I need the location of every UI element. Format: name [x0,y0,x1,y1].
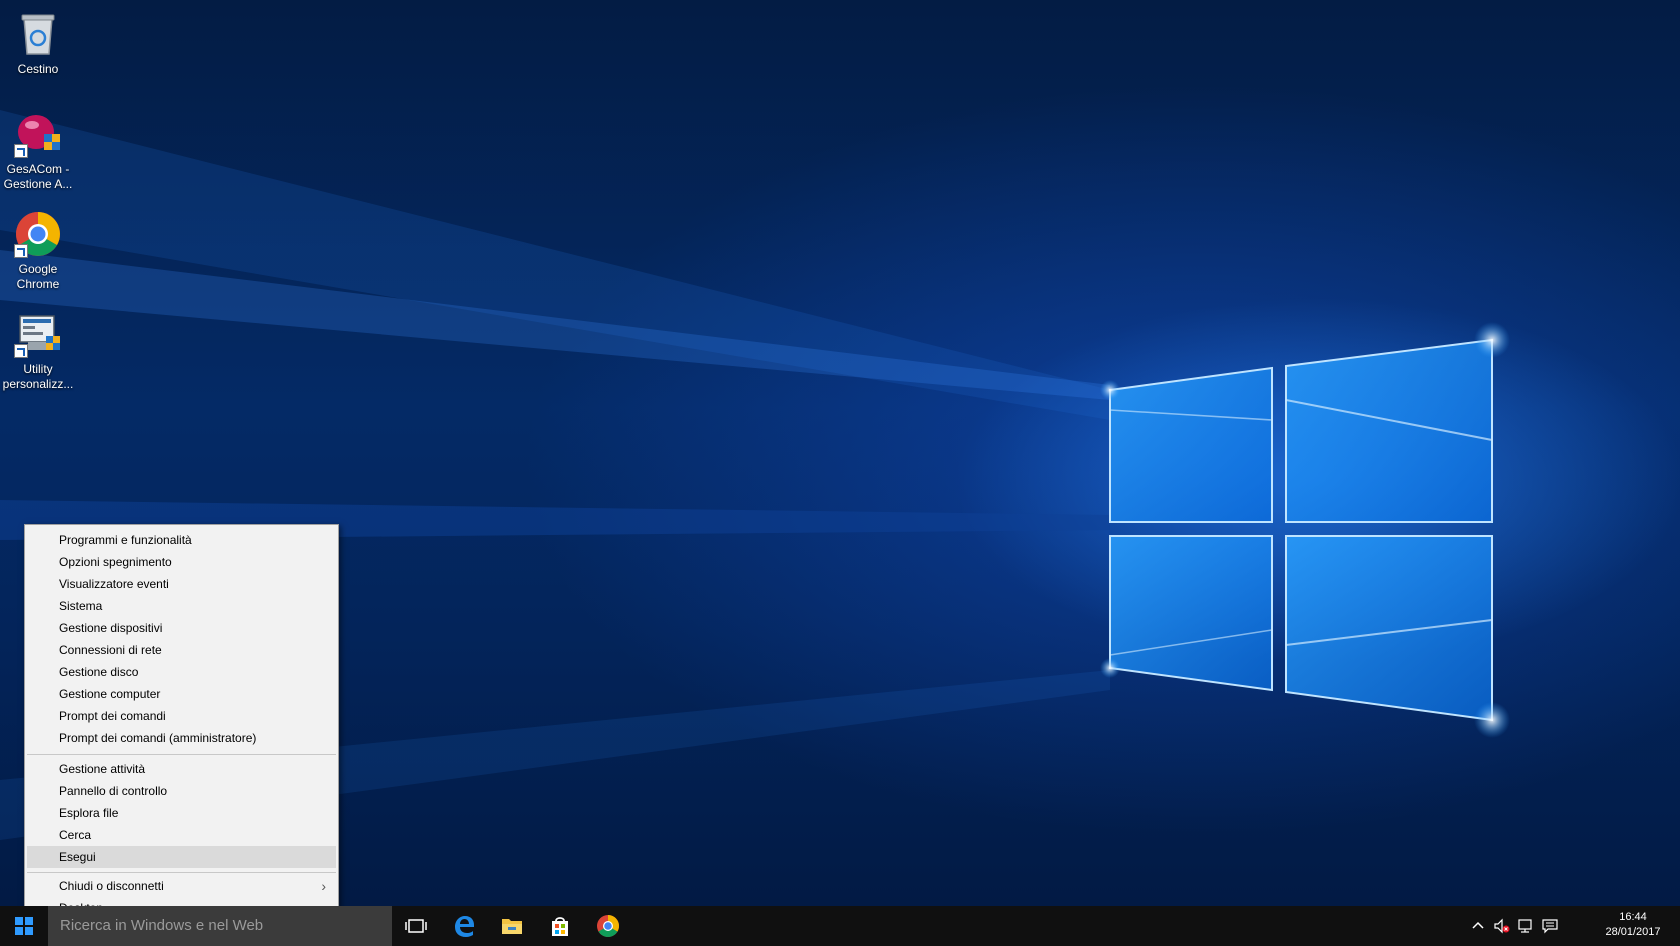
chrome-icon [597,915,619,937]
task-view-icon [405,919,427,933]
utility-icon [14,310,62,358]
menu-item-prompt-comandi[interactable]: Prompt dei comandi [27,705,336,727]
taskbar: Ricerca in Windows e nel Web 16:44 28/01… [0,906,1680,946]
chrome-icon [14,210,62,258]
network-icon[interactable] [1518,918,1534,934]
menu-item-cerca[interactable]: Cerca [27,824,336,846]
menu-separator [27,872,336,873]
menu-item-gestione-computer[interactable]: Gestione computer [27,683,336,705]
taskbar-app-edge[interactable] [440,906,488,946]
menu-item-gestione-dispositivi[interactable]: Gestione dispositivi [27,617,336,639]
desktop-icon-recycle-bin[interactable]: Cestino [0,4,76,77]
menu-item-esegui[interactable]: Esegui [27,846,336,868]
gesacom-icon [14,110,62,158]
menu-item-programmi[interactable]: Programmi e funzionalità [27,529,336,551]
clock-date: 28/01/2017 [1605,926,1661,938]
taskbar-app-file-explorer[interactable] [488,906,536,946]
show-hidden-icons-chevron-icon[interactable] [1470,918,1486,934]
menu-item-sistema[interactable]: Sistema [27,595,336,617]
system-tray: 16:44 28/01/2017 [1470,906,1680,946]
shortcut-arrow-icon [14,344,28,358]
menu-item-pannello-controllo[interactable]: Pannello di controllo [27,780,336,802]
file-explorer-icon [502,919,522,934]
logo-pane-bottom-left [1109,535,1273,692]
menu-item-opzioni-spegnimento[interactable]: Opzioni spegnimento [27,551,336,573]
desktop-icon-google-chrome[interactable]: Google Chrome [0,204,76,292]
store-icon [552,917,568,936]
logo-pane-top-left [1109,366,1273,523]
desktop-icon-label: Cestino [17,62,59,76]
desktop-icon-label: GesACom - Gestione A... [3,162,73,191]
menu-item-chiudi-disconnetti[interactable]: Chiudi o disconnetti › [27,875,336,897]
desktop-icon-utility[interactable]: Utility personalizz... [0,304,76,392]
taskbar-app-store[interactable] [536,906,584,946]
menu-item-gestione-attivita[interactable]: Gestione attività [27,758,336,780]
taskbar-app-chrome[interactable] [584,906,632,946]
action-center-icon[interactable] [1542,918,1558,934]
clock[interactable]: 16:44 28/01/2017 [1598,910,1668,940]
menu-item-prompt-comandi-admin[interactable]: Prompt dei comandi (amministratore) [27,727,336,749]
menu-item-label: Chiudi o disconnetti [59,879,164,893]
edge-icon [455,916,474,937]
menu-item-connessioni-rete[interactable]: Connessioni di rete [27,639,336,661]
recycle-bin-icon [14,10,62,58]
volume-muted-icon[interactable] [1494,918,1510,934]
search-input[interactable]: Ricerca in Windows e nel Web [48,906,392,946]
shortcut-arrow-icon [14,144,28,158]
start-button[interactable] [0,906,48,946]
clock-time: 16:44 [1619,911,1647,923]
shortcut-arrow-icon [14,244,28,258]
winx-context-menu: Programmi e funzionalità Opzioni spegnim… [24,524,339,923]
menu-item-gestione-disco[interactable]: Gestione disco [27,661,336,683]
windows-logo-icon [15,917,33,935]
desktop-icon-label: Google Chrome [16,262,60,291]
logo-pane-bottom-right [1285,535,1493,722]
menu-item-esplora-file[interactable]: Esplora file [27,802,336,824]
chevron-right-icon: › [321,878,326,894]
desktop-icon-label: Utility personalizz... [2,362,74,391]
logo-pane-top-right [1285,338,1493,523]
desktop-icon-gesacom[interactable]: GesACom - Gestione A... [0,104,76,192]
menu-separator [27,754,336,755]
task-view-button[interactable] [392,906,440,946]
menu-item-visualizzatore-eventi[interactable]: Visualizzatore eventi [27,573,336,595]
